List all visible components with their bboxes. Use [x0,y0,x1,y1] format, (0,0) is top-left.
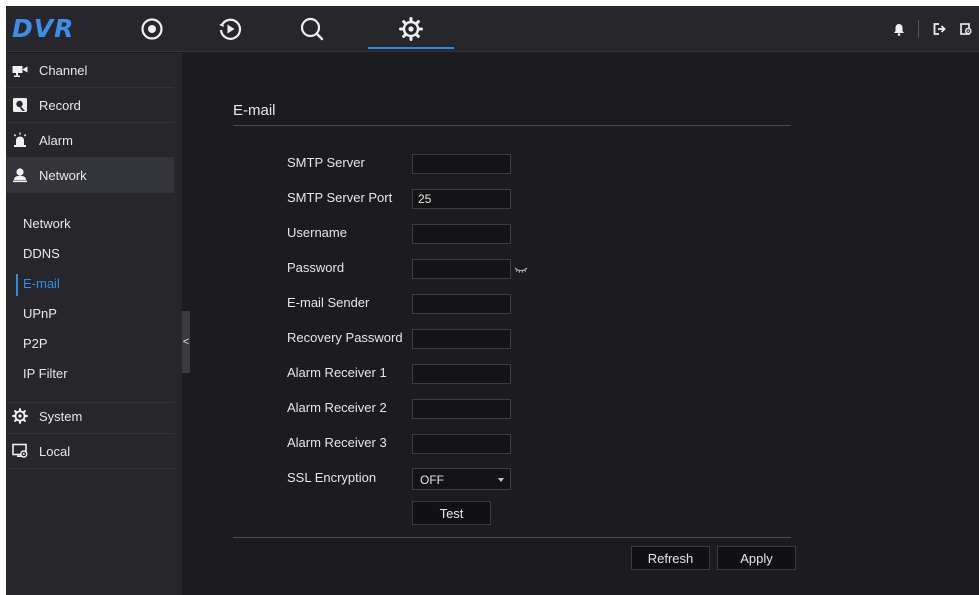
apply-button[interactable]: Apply [717,546,796,570]
sidebar-label-alarm: Alarm [39,133,73,148]
sidebar-item-alarm[interactable]: Alarm [6,123,174,158]
sub-label-p2p: P2P [23,336,48,351]
eye-closed-icon[interactable] [514,263,528,273]
sidebar-item-system[interactable]: System [6,399,174,434]
sidebar-label-channel: Channel [39,63,88,78]
refresh-button[interactable]: Refresh [631,546,710,570]
lock-screen-icon[interactable] [958,21,974,37]
sidebar-sub-p2p[interactable]: P2P [16,331,166,357]
active-nav-indicator [368,47,454,49]
alarm-receiver-3-input[interactable] [412,434,511,454]
sidebar-label-network: Network [39,168,87,183]
ssl-encryption-value: OFF [420,473,444,487]
app-logo: DVR [12,14,75,43]
toolbar-divider [918,20,919,38]
ssl-encryption-label: SSL Encryption [287,470,377,485]
smtp-port-label: SMTP Server Port [287,190,393,205]
monitor-icon [12,443,28,459]
camera-icon [12,62,28,78]
sidebar-item-network[interactable]: Network [6,158,174,193]
password-label: Password [287,260,345,275]
search-icon[interactable] [298,15,326,43]
sub-label-email: E-mail [23,276,60,291]
record-icon [12,97,28,113]
sub-label-ip-filter: IP Filter [23,366,68,381]
smtp-server-label: SMTP Server [287,155,365,170]
settings-gear-icon[interactable] [397,15,425,43]
logout-icon[interactable] [931,21,947,37]
alarm-receiver-1-input[interactable] [412,364,511,384]
sidebar-item-record[interactable]: Record [6,88,174,123]
dvr-app: DVR Channel Record Alarm Network Network… [6,6,979,595]
footer-divider [233,537,791,538]
sidebar-sub-network[interactable]: Network [16,211,166,237]
sidebar-sub-ddns[interactable]: DDNS [16,241,166,267]
email-sender-input[interactable] [412,294,511,314]
network-user-icon [12,167,28,183]
smtp-port-input[interactable] [412,189,511,209]
email-sender-label: E-mail Sender [287,295,370,310]
ssl-encryption-select[interactable]: OFF [412,468,511,490]
recovery-password-label: Recovery Password [287,330,403,345]
smtp-server-input[interactable] [412,154,511,174]
password-input[interactable] [412,259,511,279]
sidebar: Channel Record Alarm Network Network DDN… [6,53,182,595]
page-title: E-mail [233,102,276,119]
alarm-receiver-1-label: Alarm Receiver 1 [287,365,387,380]
sidebar-item-channel[interactable]: Channel [6,53,174,88]
live-view-icon[interactable] [138,15,166,43]
sidebar-sub-ip-filter[interactable]: IP Filter [16,361,166,387]
sidebar-label-record: Record [39,98,81,113]
playback-icon[interactable] [216,15,244,43]
network-submenu: Network DDNS E-mail UPnP P2P IP Filter [6,199,174,403]
sidebar-collapse-handle[interactable]: < [182,311,190,373]
username-label: Username [287,225,347,240]
title-divider [233,125,791,126]
alarm-receiver-3-label: Alarm Receiver 3 [287,435,387,450]
sub-label-upnp: UPnP [23,306,57,321]
alarm-receiver-2-input[interactable] [412,399,511,419]
sub-label-network: Network [23,216,71,231]
sidebar-label-system: System [39,409,83,424]
sidebar-sub-upnp[interactable]: UPnP [16,301,166,327]
main-content: E-mail SMTP Server SMTP Server Port User… [190,53,979,595]
sidebar-sub-email[interactable]: E-mail [16,271,166,297]
sidebar-item-local[interactable]: Local [6,434,174,469]
chevron-down-icon [498,478,504,482]
sub-label-ddns: DDNS [23,246,60,261]
recovery-password-input[interactable] [412,329,511,349]
bell-icon[interactable] [891,21,907,37]
alarm-icon [12,132,28,148]
sidebar-label-local: Local [39,444,71,459]
system-gear-icon [12,408,28,424]
test-button[interactable]: Test [412,501,491,525]
username-input[interactable] [412,224,511,244]
alarm-receiver-2-label: Alarm Receiver 2 [287,400,387,415]
top-bar: DVR [6,6,979,52]
